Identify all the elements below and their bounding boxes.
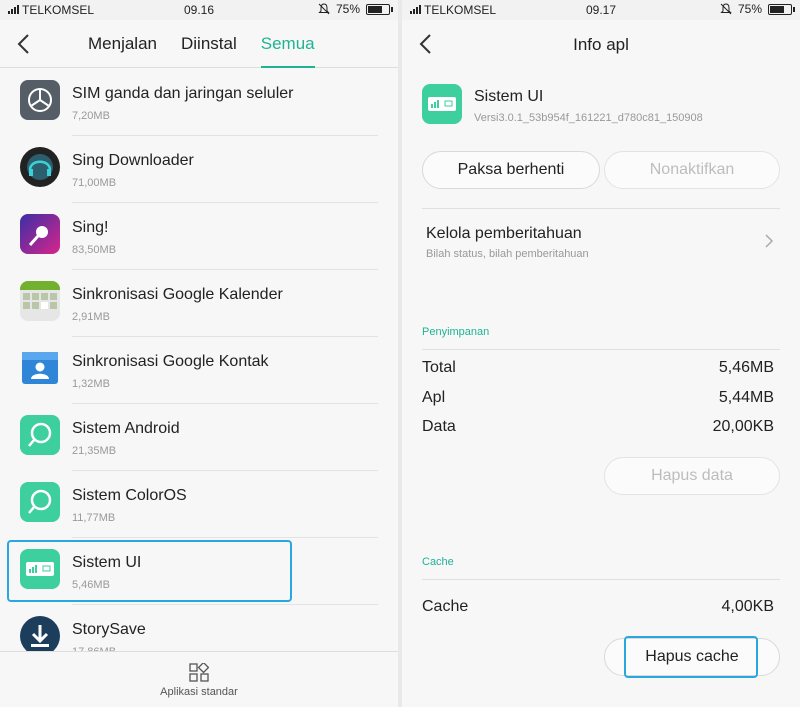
app-list-item[interactable]: Sinkronisasi Google Kalender 2,91MB: [0, 270, 398, 337]
app-list-item[interactable]: Sistem ColorOS 11,77MB: [0, 471, 398, 538]
manage-notifications-title: Kelola pemberitahuan: [426, 225, 582, 242]
mute-icon: [720, 3, 732, 15]
download-icon: [20, 616, 60, 651]
app-size: 7,20MB: [72, 110, 110, 122]
app-size: 1,32MB: [72, 378, 110, 390]
sim-settings-icon: [20, 80, 60, 120]
system-ui-icon: [422, 84, 462, 124]
battery-percent: 75%: [737, 2, 762, 16]
android-system-icon: [20, 415, 60, 455]
clear-data-button[interactable]: Hapus data: [604, 457, 780, 495]
selection-highlight: [624, 636, 758, 678]
app-list-item[interactable]: Sing Downloader 71,00MB: [0, 136, 398, 203]
cache-label: Cache: [422, 598, 469, 615]
app-size: 21,35MB: [72, 445, 117, 457]
divider: [422, 349, 780, 350]
divider: [422, 579, 780, 580]
app-list-item[interactable]: StorySave17,86MB: [0, 605, 398, 651]
spacer: [402, 290, 800, 300]
manage-notifications-subtitle: Bilah status, bilah pemberitahuan: [426, 248, 589, 260]
selection-highlight: [7, 540, 292, 602]
bottom-bar[interactable]: Aplikasi standar: [0, 651, 398, 707]
calendar-icon: [20, 281, 60, 321]
contacts-icon: [20, 348, 60, 388]
app-info-screen: TELKOMSEL 09.17 75% Info apl Sistem UI V…: [402, 0, 800, 707]
header: Info apl: [402, 20, 800, 68]
storage-label: Apl: [422, 389, 446, 406]
cache-value: 4,00KB: [721, 598, 774, 615]
sing-microphone-icon: [20, 214, 60, 254]
mute-icon: [318, 3, 330, 15]
storage-value: 5,44MB: [718, 389, 774, 406]
disable-button[interactable]: Nonaktifkan: [604, 151, 780, 189]
battery-icon: [366, 3, 393, 15]
tab-menjalan[interactable]: Menjalan: [88, 34, 157, 68]
battery-icon: [768, 3, 795, 15]
app-name: SIM ganda dan jaringan seluler: [72, 85, 294, 102]
force-stop-button[interactable]: Paksa berhenti: [422, 151, 600, 189]
storage-value: 5,46MB: [718, 359, 774, 376]
storage-label: Data: [422, 418, 456, 435]
app-list-screen: TELKOMSEL 09.16 75% Menjalan Diinstal Semu…: [0, 0, 398, 707]
page-title: Info apl: [573, 35, 629, 54]
tab-semua[interactable]: Semua: [260, 34, 315, 68]
app-list-item[interactable]: Sing! 83,50MB: [0, 203, 398, 270]
app-list-item[interactable]: Sistem Android 21,35MB: [0, 404, 398, 471]
battery-percent: 75%: [335, 2, 360, 16]
status-bar: TELKOMSEL 09.17 75%: [402, 0, 800, 20]
app-name: Sistem UI: [474, 88, 544, 105]
app-name: Sinkronisasi Google Kontak: [72, 353, 269, 370]
divider: [422, 208, 780, 209]
app-list-item[interactable]: SIM ganda dan jaringan seluler 7,20MB: [0, 69, 398, 136]
headphones-icon: [20, 147, 60, 187]
app-name: Sing Downloader: [72, 152, 194, 169]
storage-label: Total: [422, 359, 456, 376]
default-apps-icon: [189, 663, 209, 682]
app-name: Sing!: [72, 219, 109, 236]
back-arrow-icon[interactable]: [14, 32, 34, 56]
tab-diinstal[interactable]: Diinstal: [181, 34, 237, 68]
app-size: 2,91MB: [72, 311, 110, 323]
cache-header: Cache: [422, 556, 454, 568]
app-size: 71,00MB: [72, 177, 117, 189]
status-bar: TELKOMSEL 09.16 75%: [0, 0, 398, 20]
storage-value: 20,00KB: [712, 418, 774, 435]
chevron-right-icon: [765, 234, 774, 248]
coloros-icon: [20, 482, 60, 522]
tab-bar: Menjalan Diinstal Semua: [88, 34, 339, 68]
app-size: 83,50MB: [72, 244, 117, 256]
app-size: 11,77MB: [72, 512, 116, 524]
default-apps-label: Aplikasi standar: [160, 686, 238, 698]
app-name: Sistem Android: [72, 420, 180, 437]
app-version: Versi3.0.1_53b954f_161221_d780c81_150908: [474, 112, 703, 124]
app-list-item[interactable]: Sinkronisasi Google Kontak 1,32MB: [0, 337, 398, 404]
app-name: StorySave: [72, 621, 146, 638]
header: Menjalan Diinstal Semua: [0, 20, 398, 68]
app-name: Sinkronisasi Google Kalender: [72, 286, 283, 303]
storage-header: Penyimpanan: [422, 326, 490, 338]
app-name: Sistem ColorOS: [72, 487, 187, 504]
